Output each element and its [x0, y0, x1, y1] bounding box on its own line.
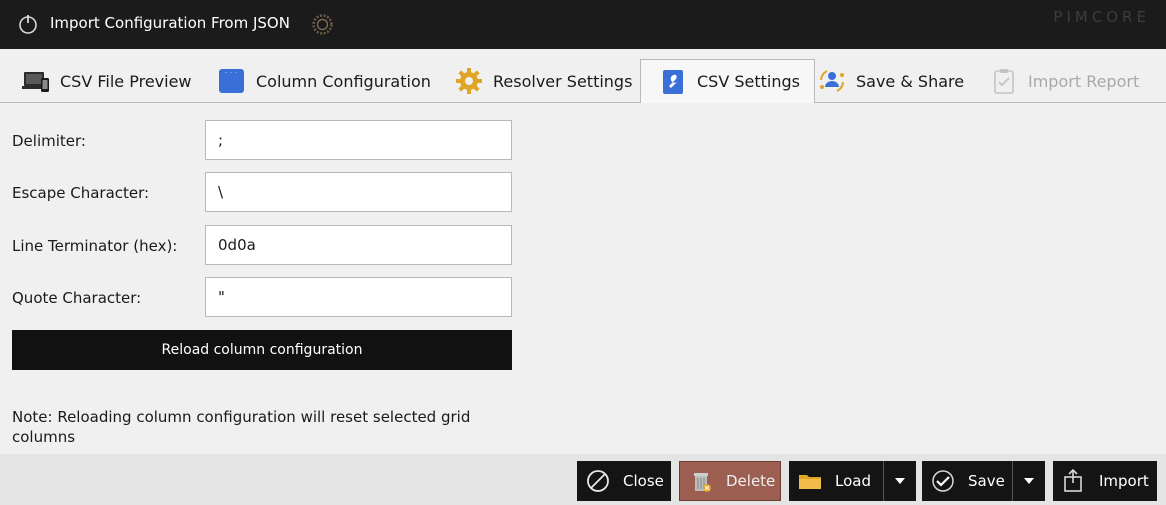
close-icon	[587, 470, 609, 492]
line-terminator-label: Line Terminator (hex):	[12, 237, 178, 255]
import-icon	[1064, 468, 1082, 492]
save-dropdown-toggle[interactable]	[1012, 461, 1045, 501]
window-title: Import Configuration From JSON	[50, 14, 290, 32]
tab-label: CSV File Preview	[60, 71, 192, 91]
tab-import-report[interactable]: Import Report	[990, 59, 1139, 103]
tab-label: Column Configuration	[256, 71, 431, 91]
devices-icon	[22, 72, 49, 92]
tab-column-configuration[interactable]: Column Configuration	[218, 59, 431, 103]
delete-button[interactable]: Delete	[679, 461, 781, 501]
csv-settings-panel: Delimiter: Escape Character: Line Termin…	[0, 103, 1166, 454]
line-terminator-input[interactable]	[205, 225, 512, 265]
quote-character-input[interactable]	[205, 277, 512, 317]
loading-icon	[312, 14, 333, 35]
tab-label: Save & Share	[856, 71, 965, 91]
gear-icon	[456, 68, 482, 94]
power-spinner-icon	[19, 15, 37, 34]
tab-bar: CSV File Preview Column Configuration Re…	[0, 49, 1166, 104]
tab-label: Import Report	[1028, 71, 1140, 91]
save-button[interactable]: Save	[922, 461, 1045, 501]
load-label: Load	[835, 472, 871, 490]
load-button[interactable]: Load	[789, 461, 916, 501]
wrench-icon	[663, 69, 683, 94]
share-users-icon	[820, 70, 844, 92]
tab-save-share[interactable]: Save & Share	[818, 59, 964, 103]
brand-logo: PIMCORE	[1053, 8, 1150, 26]
save-check-icon	[932, 470, 954, 492]
import-label: Import	[1099, 472, 1149, 490]
close-button[interactable]: Close	[577, 461, 671, 501]
tab-csv-settings[interactable]: CSV Settings	[640, 59, 815, 104]
escape-character-input[interactable]	[205, 172, 512, 212]
chevron-down-icon	[1024, 478, 1034, 484]
delimiter-label: Delimiter:	[12, 132, 86, 150]
tab-label: Resolver Settings	[493, 71, 633, 91]
grid-columns-icon	[219, 69, 244, 93]
footer-toolbar: Close Delete Load Save Import	[0, 454, 1166, 505]
trash-icon	[694, 473, 711, 492]
window-titlebar: Import Configuration From JSON PIMCORE	[0, 0, 1166, 49]
load-dropdown-toggle[interactable]	[883, 461, 916, 501]
escape-character-label: Escape Character:	[12, 184, 150, 202]
folder-icon	[799, 475, 821, 489]
chevron-down-icon	[895, 478, 905, 484]
tab-resolver-settings[interactable]: Resolver Settings	[455, 59, 632, 103]
quote-character-label: Quote Character:	[12, 289, 142, 307]
delimiter-input[interactable]	[205, 120, 512, 160]
import-button[interactable]: Import	[1053, 461, 1157, 501]
reload-note: Note: Reloading column configuration wil…	[12, 408, 471, 446]
tab-csv-file-preview[interactable]: CSV File Preview	[22, 59, 192, 103]
save-label: Save	[968, 472, 1005, 490]
tab-label: CSV Settings	[697, 72, 800, 91]
close-label: Close	[623, 472, 664, 490]
checklist-icon	[994, 69, 1014, 94]
delete-label: Delete	[726, 472, 776, 490]
reload-column-configuration-button[interactable]: Reload column configuration	[12, 330, 512, 370]
